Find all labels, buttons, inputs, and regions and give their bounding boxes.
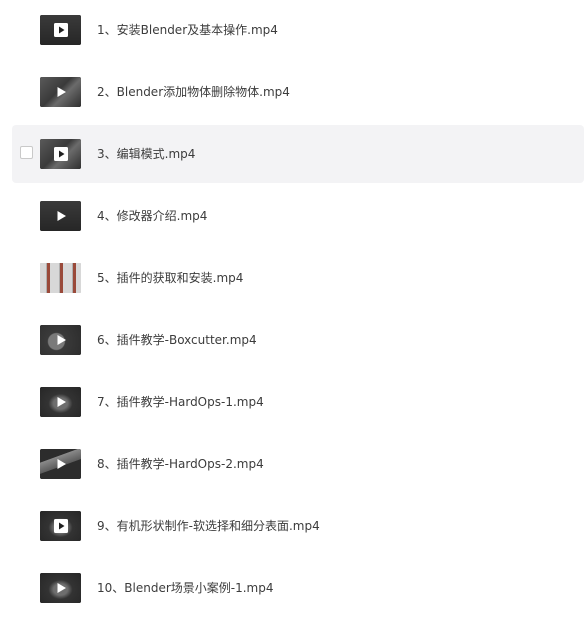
file-name[interactable]: 3、编辑模式.mp4 [97,125,195,183]
file-name[interactable]: 2、Blender添加物体删除物体.mp4 [97,63,290,121]
checkbox-icon[interactable] [20,146,33,159]
play-icon [53,23,68,37]
video-thumbnail[interactable] [40,573,81,603]
play-icon [53,147,68,161]
video-thumbnail[interactable] [40,387,81,417]
video-thumbnail[interactable] [40,511,81,541]
play-icon [57,335,66,345]
file-row[interactable]: 1、安装Blender及基本操作.mp4 [12,1,584,59]
file-name[interactable]: 1、安装Blender及基本操作.mp4 [97,1,278,59]
file-row[interactable]: 4、修改器介绍.mp4 [12,187,584,245]
video-thumbnail[interactable] [40,201,81,231]
play-icon [57,211,66,221]
file-name[interactable]: 10、Blender场景小案例-1.mp4 [97,559,273,617]
play-icon [53,519,68,533]
file-name[interactable]: 8、插件教学-HardOps-2.mp4 [97,435,264,493]
file-row[interactable]: 6、插件教学-Boxcutter.mp4 [12,311,584,369]
video-thumbnail[interactable] [40,325,81,355]
file-name[interactable]: 5、插件的获取和安装.mp4 [97,249,243,307]
file-list: 1、安装Blender及基本操作.mp4 2、Blender添加物体删除物体.mp… [0,0,584,618]
file-row[interactable]: 2、Blender添加物体删除物体.mp4 [12,63,584,121]
play-icon [57,87,66,97]
file-name[interactable]: 4、修改器介绍.mp4 [97,187,207,245]
play-icon [57,583,66,593]
file-row[interactable]: 10、Blender场景小案例-1.mp4 [12,559,584,617]
file-name[interactable]: 7、插件教学-HardOps-1.mp4 [97,373,264,431]
file-row[interactable]: 7、插件教学-HardOps-1.mp4 [12,373,584,431]
video-thumbnail[interactable] [40,263,81,293]
file-row[interactable]: 5、插件的获取和安装.mp4 [12,249,584,307]
video-thumbnail[interactable] [40,15,81,45]
video-thumbnail[interactable] [40,449,81,479]
play-icon [57,397,66,407]
play-icon [57,459,66,469]
video-thumbnail[interactable] [40,77,81,107]
file-name[interactable]: 9、有机形状制作-软选择和细分表面.mp4 [97,497,320,555]
file-row[interactable]: 8、插件教学-HardOps-2.mp4 [12,435,584,493]
file-row[interactable]: 9、有机形状制作-软选择和细分表面.mp4 [12,497,584,555]
file-row[interactable]: 3、编辑模式.mp4 [12,125,584,183]
file-name[interactable]: 6、插件教学-Boxcutter.mp4 [97,311,257,369]
video-thumbnail[interactable] [40,139,81,169]
